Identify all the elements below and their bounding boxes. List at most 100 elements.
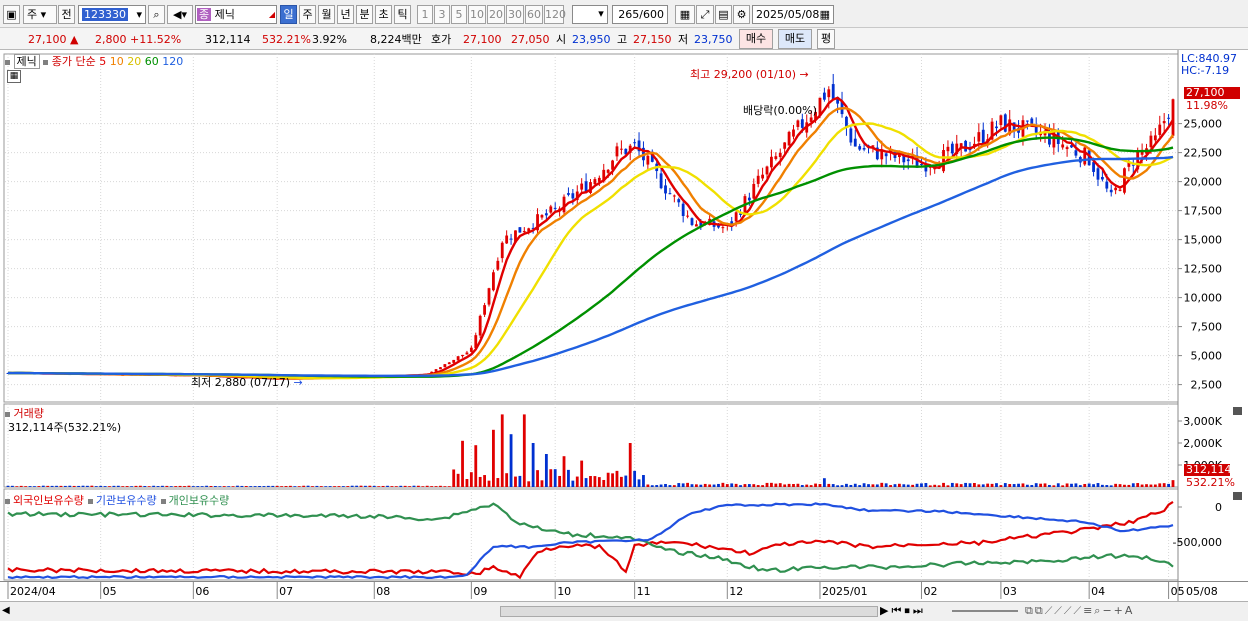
volume-bar <box>28 486 32 487</box>
period-button-0[interactable]: 일 <box>280 5 297 24</box>
price-panel-title[interactable]: 제닉 <box>13 54 40 69</box>
candle-body <box>831 84 835 99</box>
eval-button[interactable]: 평 <box>817 29 835 49</box>
interval-button-10[interactable]: 10 <box>468 5 486 24</box>
candle-body <box>478 315 482 336</box>
ma-title[interactable]: 종가 단순 <box>52 55 96 68</box>
candle-body <box>1162 121 1166 124</box>
quote-volume-pct: 532.21% <box>262 33 311 46</box>
candle-body <box>827 89 831 98</box>
count-field[interactable]: 265/600 <box>612 5 668 24</box>
volume-bar <box>818 484 822 487</box>
volume-bar <box>1140 484 1144 487</box>
volume-bar <box>809 485 813 487</box>
volume-bar <box>1096 483 1100 487</box>
volume-bar <box>562 456 566 487</box>
stock-name-field[interactable]: 종 제닉 ◢ <box>195 5 277 24</box>
playback-controls[interactable]: ▶⏮⏹⏭ <box>880 604 926 618</box>
window-menu-icon[interactable]: ▣ <box>3 5 20 24</box>
candle-body <box>761 174 765 179</box>
prev-button[interactable]: 전 <box>58 5 75 24</box>
quote-ask: 27,100 <box>463 33 502 46</box>
date-input[interactable]: 2025/05/08 ▦ <box>752 5 834 24</box>
holding-legend-2[interactable]: 개인보유수량 <box>169 494 230 507</box>
volume-bar <box>624 475 628 487</box>
volume-bar <box>447 486 451 487</box>
volume-bar <box>439 485 442 487</box>
volume-bar <box>650 485 654 487</box>
stock-code-input[interactable]: 123330 ▾ <box>78 5 146 24</box>
low-label: 저 <box>678 33 689 46</box>
period-button-2[interactable]: 월 <box>318 5 335 24</box>
chevron-down-icon[interactable]: ▾ <box>594 5 608 24</box>
volume-bar <box>664 483 667 487</box>
interval-button-5[interactable]: 5 <box>451 5 467 24</box>
volume-bar <box>897 483 901 487</box>
volume-panel-close-icon[interactable] <box>1233 407 1242 415</box>
ma-legend-10[interactable]: 10 <box>110 55 128 68</box>
scroll-thumb[interactable] <box>500 606 878 617</box>
volume-bar <box>875 484 879 487</box>
x-tick-label: 2024/04 <box>10 585 56 598</box>
holding-panel-close-icon[interactable] <box>1233 492 1242 500</box>
gear-icon[interactable]: ⚙ <box>733 5 750 24</box>
ma-legend-20[interactable]: 20 <box>127 55 145 68</box>
calendar-icon[interactable]: ▦ <box>820 6 830 23</box>
volume-bar <box>333 486 336 487</box>
period-button-5[interactable]: 초 <box>375 5 392 24</box>
volume-bar <box>986 483 990 487</box>
period-button-4[interactable]: 분 <box>356 5 373 24</box>
holding-legend-1[interactable]: 기관보유수량 <box>96 494 157 507</box>
volume-bar <box>531 443 535 487</box>
period-button-6[interactable]: 틱 <box>394 5 411 24</box>
volume-bar <box>756 485 760 487</box>
interval-button-120[interactable]: 120 <box>544 5 566 24</box>
market-select[interactable]: 주 ▾ <box>23 5 57 24</box>
volume-bar <box>690 484 694 487</box>
volume-bar <box>474 445 478 487</box>
zoom-slider[interactable] <box>952 610 1018 612</box>
volume-bar <box>540 480 544 487</box>
candle-body <box>1083 147 1087 165</box>
crosshair-icon[interactable]: ⤢ <box>696 5 714 24</box>
candle-body <box>540 215 544 218</box>
volume-bar <box>187 485 191 487</box>
period-button-1[interactable]: 주 <box>299 5 316 24</box>
interval-button-1[interactable]: 1 <box>417 5 433 24</box>
scroll-left-icon[interactable]: ◀ <box>2 605 10 616</box>
candle-body <box>439 367 442 370</box>
volume-bar <box>1123 484 1126 487</box>
ma-legend-120[interactable]: 120 <box>162 55 183 68</box>
search-icon[interactable]: ⌕ <box>148 5 165 24</box>
save-icon[interactable]: ▤ <box>715 5 732 24</box>
candle-body <box>822 92 826 100</box>
candle-body <box>964 140 968 152</box>
candle-body <box>1171 99 1175 136</box>
interval-button-20[interactable]: 20 <box>487 5 505 24</box>
interval-button-60[interactable]: 60 <box>525 5 543 24</box>
stock-chart[interactable]: 2024/04 05 06 07 08 09 10 11 12 2025/01 02 03 04 05 05… <box>0 50 1248 601</box>
chart-settings-icon[interactable]: ▦ <box>675 5 695 24</box>
volume-bar <box>346 486 350 487</box>
buy-button[interactable]: 매수 <box>739 29 773 49</box>
sell-button[interactable]: 매도 <box>778 29 812 49</box>
interval-button-3[interactable]: 3 <box>434 5 450 24</box>
interval-button-30[interactable]: 30 <box>506 5 524 24</box>
volume-bar <box>412 485 416 487</box>
drawing-tools[interactable]: ⧉⧉⟋⟋⟋⟋≡⌕−+A <box>1025 604 1134 618</box>
speaker-icon[interactable]: ◀▾ <box>167 5 193 24</box>
volume-bar <box>311 486 314 487</box>
ma-legend-5[interactable]: 5 <box>99 55 110 68</box>
volume-bar <box>1074 483 1078 487</box>
period-button-3[interactable]: 년 <box>337 5 354 24</box>
calculator-icon[interactable]: ▦ <box>7 70 21 83</box>
x-tick-label: 04 <box>1091 585 1105 598</box>
volume-bar <box>553 469 557 487</box>
holding-legend-0[interactable]: 외국인보유수량 <box>13 494 84 507</box>
candle-body <box>452 359 456 363</box>
volume-bar <box>995 483 998 487</box>
ma-legend-60[interactable]: 60 <box>145 55 163 68</box>
volume-bar <box>108 486 111 487</box>
volume-bar <box>266 485 270 487</box>
candle-body <box>483 305 486 315</box>
